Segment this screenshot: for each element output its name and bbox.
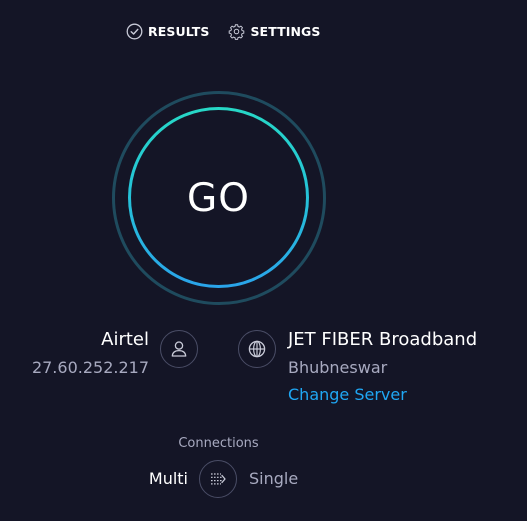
go-button[interactable]: GO [128,107,309,288]
isp-name: Airtel [101,329,149,350]
settings-link[interactable]: SETTINGS [228,23,320,40]
connections-single-option[interactable]: Single [249,469,298,488]
gear-icon [228,23,245,40]
server-name: JET FIBER Broadband [288,329,478,350]
go-button-label: GO [187,176,250,221]
isp-ip-address: 27.60.252.217 [31,358,149,377]
connections-toggle-icon[interactable] [199,460,237,498]
check-circle-icon [126,23,143,40]
globe-icon [238,330,276,368]
change-server-link[interactable]: Change Server [288,385,407,404]
connections-multi-option[interactable]: Multi [149,469,188,488]
settings-label: SETTINGS [250,23,321,39]
server-location: Bhubneswar [288,358,388,377]
speedtest-page: RESULTS SETTINGS GO Airtel 27.60.252.217 [0,0,527,521]
connections-label: Connections [178,436,259,451]
results-label: RESULTS [148,23,210,39]
go-button-inner: GO [131,110,306,285]
results-link[interactable]: RESULTS [126,23,209,40]
top-navigation: RESULTS SETTINGS [126,20,321,42]
user-icon [160,330,198,368]
